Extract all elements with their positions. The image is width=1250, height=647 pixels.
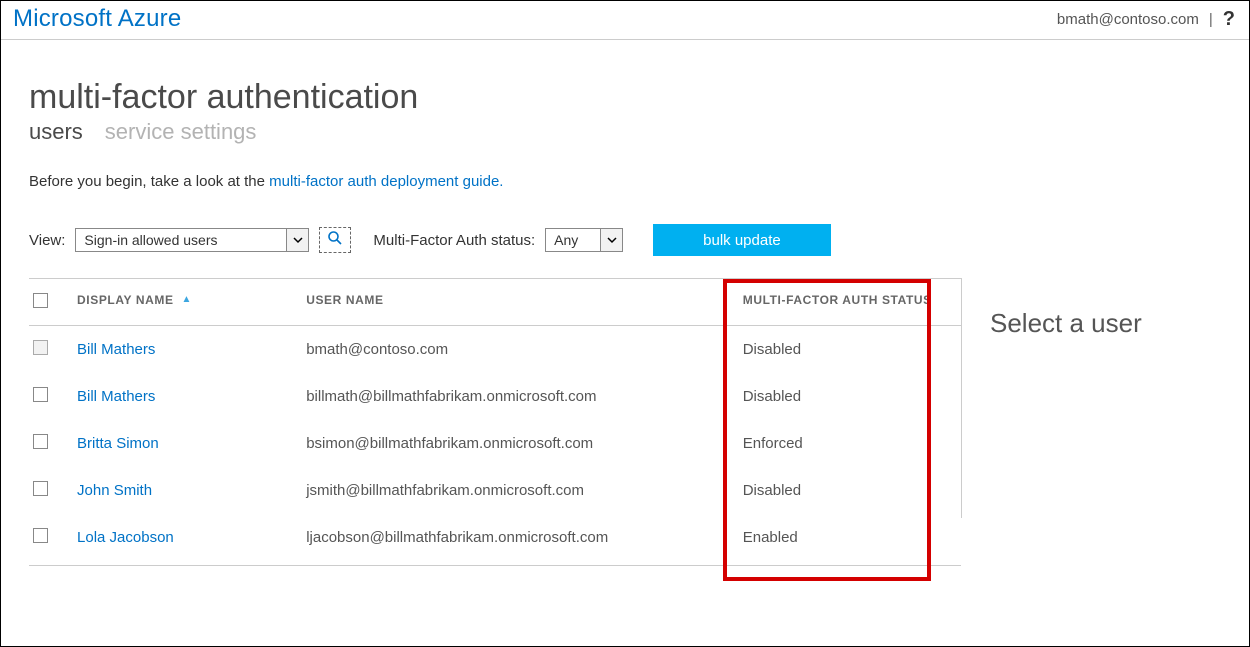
header-checkbox-cell xyxy=(29,279,77,326)
page-title: multi-factor authentication xyxy=(29,78,1221,117)
status-filter-label: Multi-Factor Auth status: xyxy=(373,232,535,249)
row-checkbox[interactable] xyxy=(33,434,48,449)
user-name-cell: billmath@billmathfabrikam.onmicrosoft.co… xyxy=(306,373,743,420)
display-name-cell: Lola Jacobson xyxy=(77,514,306,566)
table-row[interactable]: John Smith jsmith@billmathfabrikam.onmicr… xyxy=(29,467,961,514)
display-name-cell: Bill Mathers xyxy=(77,326,306,374)
topbar-right: bmath@contoso.com | ? xyxy=(1057,8,1235,31)
bulk-update-button[interactable]: bulk update xyxy=(653,224,831,256)
display-name-cell: Bill Mathers xyxy=(77,373,306,420)
intro-text: Before you begin, take a look at the mul… xyxy=(29,173,1221,190)
view-select-value: Sign-in allowed users xyxy=(76,229,286,251)
display-name-link[interactable]: John Smith xyxy=(77,482,152,499)
tabs: users service settings xyxy=(29,119,1221,145)
row-checkbox[interactable] xyxy=(33,387,48,402)
mfa-status-cell: Disabled xyxy=(743,326,961,374)
header-user-name[interactable]: USER NAME xyxy=(306,279,743,326)
sort-ascending-icon: ▲ xyxy=(182,294,193,305)
row-checkbox-cell xyxy=(29,373,77,420)
mfa-status-cell: Disabled xyxy=(743,373,961,420)
row-checkbox-cell xyxy=(29,514,77,566)
status-filter-value: Any xyxy=(546,229,600,251)
tab-users[interactable]: users xyxy=(29,119,83,145)
app-window: Microsoft Azure bmath@contoso.com | ? mu… xyxy=(0,0,1250,647)
row-checkbox-cell xyxy=(29,420,77,467)
chevron-down-icon xyxy=(600,229,622,251)
table-area: DISPLAY NAME ▲ USER NAME MULTI-FACTOR AU… xyxy=(29,278,961,566)
user-name-cell: bsimon@billmathfabrikam.onmicrosoft.com xyxy=(306,420,743,467)
row-checkbox-cell xyxy=(29,467,77,514)
display-name-link[interactable]: Bill Mathers xyxy=(77,341,155,358)
content: multi-factor authentication users servic… xyxy=(1,40,1249,566)
user-name-cell: jsmith@billmathfabrikam.onmicrosoft.com xyxy=(306,467,743,514)
tab-service-settings[interactable]: service settings xyxy=(105,119,257,145)
view-select[interactable]: Sign-in allowed users xyxy=(75,228,309,252)
header-mfa-status[interactable]: MULTI-FACTOR AUTH STATUS xyxy=(743,279,961,326)
display-name-cell: Britta Simon xyxy=(77,420,306,467)
row-checkbox[interactable] xyxy=(33,528,48,543)
row-checkbox[interactable] xyxy=(33,481,48,496)
chevron-down-icon xyxy=(286,229,308,251)
mfa-status-cell: Disabled xyxy=(743,467,961,514)
display-name-link[interactable]: Lola Jacobson xyxy=(77,529,174,546)
select-all-checkbox[interactable] xyxy=(33,293,48,308)
header-mfa-status-label: MULTI-FACTOR AUTH STATUS xyxy=(743,293,932,307)
view-label: View: xyxy=(29,232,65,249)
header-display-name-label: DISPLAY NAME xyxy=(77,293,174,307)
mfa-status-cell: Enabled xyxy=(743,514,961,566)
account-email: bmath@contoso.com xyxy=(1057,11,1199,28)
search-button[interactable] xyxy=(319,227,351,253)
header-display-name[interactable]: DISPLAY NAME ▲ xyxy=(77,279,306,326)
search-icon xyxy=(327,230,343,250)
side-panel-prompt: Select a user xyxy=(990,308,1221,339)
table-row[interactable]: Bill Mathers billmath@billmathfabrikam.on… xyxy=(29,373,961,420)
user-name-cell: ljacobson@billmathfabrikam.onmicrosoft.c… xyxy=(306,514,743,566)
help-icon[interactable]: ? xyxy=(1223,8,1235,31)
table-row[interactable]: Lola Jacobson ljacobson@billmathfabrikam.… xyxy=(29,514,961,566)
row-checkbox-cell xyxy=(29,326,77,374)
display-name-link[interactable]: Bill Mathers xyxy=(77,388,155,405)
main-layout: DISPLAY NAME ▲ USER NAME MULTI-FACTOR AU… xyxy=(29,278,1221,566)
brand-logo: Microsoft Azure xyxy=(13,5,181,33)
filter-row: View: Sign-in allowed users Multi-Factor… xyxy=(29,224,1221,256)
table-row[interactable]: Britta Simon bsimon@billmathfabrikam.onmi… xyxy=(29,420,961,467)
intro-prefix: Before you begin, take a look at the xyxy=(29,173,269,190)
display-name-link[interactable]: Britta Simon xyxy=(77,435,159,452)
users-table: DISPLAY NAME ▲ USER NAME MULTI-FACTOR AU… xyxy=(29,278,961,566)
table-row[interactable]: Bill Mathers bmath@contoso.comDisabled xyxy=(29,326,961,374)
status-filter-select[interactable]: Any xyxy=(545,228,623,252)
display-name-cell: John Smith xyxy=(77,467,306,514)
side-panel: Select a user xyxy=(961,278,1221,518)
status-wrap: DISPLAY NAME ▲ USER NAME MULTI-FACTOR AU… xyxy=(29,278,961,566)
topbar: Microsoft Azure bmath@contoso.com | ? xyxy=(1,1,1249,40)
divider: | xyxy=(1209,11,1213,28)
row-checkbox xyxy=(33,340,48,355)
deployment-guide-link[interactable]: multi-factor auth deployment guide. xyxy=(269,173,503,190)
user-name-cell: bmath@contoso.com xyxy=(306,326,743,374)
mfa-status-cell: Enforced xyxy=(743,420,961,467)
